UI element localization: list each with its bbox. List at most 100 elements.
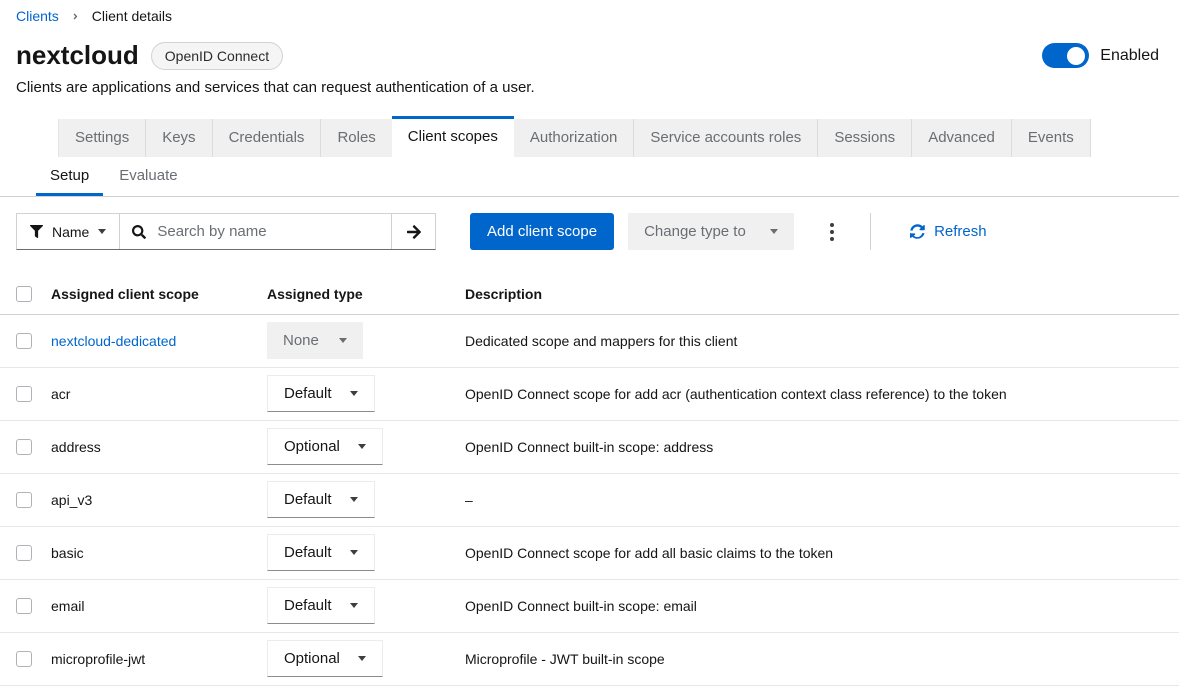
page-header: nextcloud OpenID Connect Enabled bbox=[0, 28, 1179, 71]
scope-description: – bbox=[465, 473, 1179, 526]
assigned-type-select[interactable]: None bbox=[267, 322, 363, 359]
assigned-type-select[interactable]: Default bbox=[267, 534, 375, 571]
row-checkbox[interactable] bbox=[16, 333, 32, 349]
toolbar: Name Add client scope Change type to Ref… bbox=[0, 197, 1179, 274]
assigned-type-value: Default bbox=[284, 597, 332, 614]
column-assigned-type: Assigned type bbox=[267, 274, 465, 314]
caret-down-icon bbox=[358, 656, 366, 661]
table-row: address Optional OpenID Connect built-in… bbox=[0, 420, 1179, 473]
page-title: nextcloud bbox=[16, 40, 139, 71]
kebab-menu-button[interactable] bbox=[822, 214, 842, 250]
row-checkbox[interactable] bbox=[16, 598, 32, 614]
search-group: Name bbox=[16, 213, 436, 250]
arrow-right-icon bbox=[406, 224, 422, 240]
table-row: basic Default OpenID Connect scope for a… bbox=[0, 526, 1179, 579]
assigned-type-select[interactable]: Default bbox=[267, 481, 375, 518]
tab-advanced[interactable]: Advanced bbox=[912, 119, 1012, 157]
caret-down-icon bbox=[350, 603, 358, 608]
table-row: email Default OpenID Connect built-in sc… bbox=[0, 579, 1179, 632]
caret-down-icon bbox=[770, 229, 778, 234]
scope-description: OpenID Connect built-in scope: email bbox=[465, 579, 1179, 632]
row-checkbox[interactable] bbox=[16, 439, 32, 455]
protocol-badge: OpenID Connect bbox=[151, 42, 283, 70]
tab-sessions[interactable]: Sessions bbox=[818, 119, 912, 157]
breadcrumb-current: Client details bbox=[92, 8, 172, 24]
scope-name: address bbox=[51, 420, 267, 473]
search-input[interactable] bbox=[155, 222, 379, 241]
scope-name: basic bbox=[51, 526, 267, 579]
tab-events[interactable]: Events bbox=[1012, 119, 1091, 157]
assigned-type-select[interactable]: Default bbox=[267, 587, 375, 624]
refresh-button[interactable]: Refresh bbox=[904, 222, 993, 241]
column-assigned-client-scope: Assigned client scope bbox=[51, 274, 267, 314]
chevron-right-icon bbox=[71, 12, 80, 21]
assigned-type-select[interactable]: Optional bbox=[267, 428, 383, 465]
caret-down-icon bbox=[350, 391, 358, 396]
subtab-evaluate[interactable]: Evaluate bbox=[105, 157, 191, 196]
row-checkbox[interactable] bbox=[16, 386, 32, 402]
row-checkbox[interactable] bbox=[16, 492, 32, 508]
assigned-type-select[interactable]: Optional bbox=[267, 640, 383, 677]
kebab-icon bbox=[830, 223, 834, 227]
search-submit-button[interactable] bbox=[391, 214, 435, 249]
select-all-checkbox[interactable] bbox=[16, 286, 32, 302]
scope-description: OpenID Connect built-in scope: address bbox=[465, 420, 1179, 473]
toolbar-divider bbox=[870, 213, 871, 250]
table-row: nextcloud-dedicated None Dedicated scope… bbox=[0, 314, 1179, 367]
table-row: microprofile-jwt Optional Microprofile -… bbox=[0, 632, 1179, 685]
change-type-select[interactable]: Change type to bbox=[628, 213, 794, 250]
filter-type-select[interactable]: Name bbox=[17, 214, 120, 249]
table-row: api_v3 Default – bbox=[0, 473, 1179, 526]
caret-down-icon bbox=[98, 229, 106, 234]
tab-settings[interactable]: Settings bbox=[58, 119, 146, 157]
client-scopes-subtabs: Setup Evaluate bbox=[0, 157, 1179, 197]
breadcrumb: Clients Client details bbox=[0, 0, 1179, 28]
refresh-label: Refresh bbox=[934, 223, 987, 240]
assigned-type-select[interactable]: Default bbox=[267, 375, 375, 412]
row-checkbox[interactable] bbox=[16, 651, 32, 667]
column-description: Description bbox=[465, 274, 1179, 314]
scope-description: OpenID Connect scope for add all basic c… bbox=[465, 526, 1179, 579]
client-scopes-table: Assigned client scope Assigned type Desc… bbox=[0, 274, 1179, 686]
scope-name: acr bbox=[51, 367, 267, 420]
caret-down-icon bbox=[339, 338, 347, 343]
scope-description: OpenID Connect scope for add acr (authen… bbox=[465, 367, 1179, 420]
breadcrumb-clients-link[interactable]: Clients bbox=[16, 8, 59, 24]
search-icon bbox=[132, 225, 146, 239]
subtab-setup[interactable]: Setup bbox=[36, 157, 103, 196]
scope-name: email bbox=[51, 579, 267, 632]
table-row: acr Default OpenID Connect scope for add… bbox=[0, 367, 1179, 420]
tab-credentials[interactable]: Credentials bbox=[213, 119, 322, 157]
refresh-icon bbox=[910, 224, 925, 239]
caret-down-icon bbox=[350, 497, 358, 502]
filter-type-label: Name bbox=[52, 224, 89, 240]
caret-down-icon bbox=[350, 550, 358, 555]
scope-description: Microprofile - JWT built-in scope bbox=[465, 632, 1179, 685]
table-header-row: Assigned client scope Assigned type Desc… bbox=[0, 274, 1179, 314]
tab-authorization[interactable]: Authorization bbox=[514, 119, 635, 157]
tab-client-scopes[interactable]: Client scopes bbox=[392, 116, 514, 157]
caret-down-icon bbox=[358, 444, 366, 449]
assigned-type-value: Default bbox=[284, 491, 332, 508]
row-checkbox[interactable] bbox=[16, 545, 32, 561]
filter-icon bbox=[30, 225, 43, 238]
scope-name-link[interactable]: nextcloud-dedicated bbox=[51, 333, 176, 349]
scope-name: api_v3 bbox=[51, 473, 267, 526]
change-type-label: Change type to bbox=[644, 223, 746, 240]
enabled-toggle[interactable] bbox=[1042, 43, 1089, 68]
assigned-type-value: None bbox=[283, 332, 319, 349]
toggle-knob bbox=[1067, 47, 1085, 65]
client-tabs: Settings Keys Credentials Roles Client s… bbox=[0, 116, 1179, 157]
enabled-label: Enabled bbox=[1100, 47, 1159, 65]
page-description: Clients are applications and services th… bbox=[0, 71, 1179, 108]
tab-keys[interactable]: Keys bbox=[146, 119, 212, 157]
assigned-type-value: Optional bbox=[284, 438, 340, 455]
assigned-type-value: Default bbox=[284, 385, 332, 402]
search-box bbox=[120, 214, 391, 249]
tab-service-accounts-roles[interactable]: Service accounts roles bbox=[634, 119, 818, 157]
tab-roles[interactable]: Roles bbox=[321, 119, 391, 157]
scope-description: Dedicated scope and mappers for this cli… bbox=[465, 314, 1179, 367]
add-client-scope-button[interactable]: Add client scope bbox=[470, 213, 614, 250]
assigned-type-value: Default bbox=[284, 544, 332, 561]
assigned-type-value: Optional bbox=[284, 650, 340, 667]
